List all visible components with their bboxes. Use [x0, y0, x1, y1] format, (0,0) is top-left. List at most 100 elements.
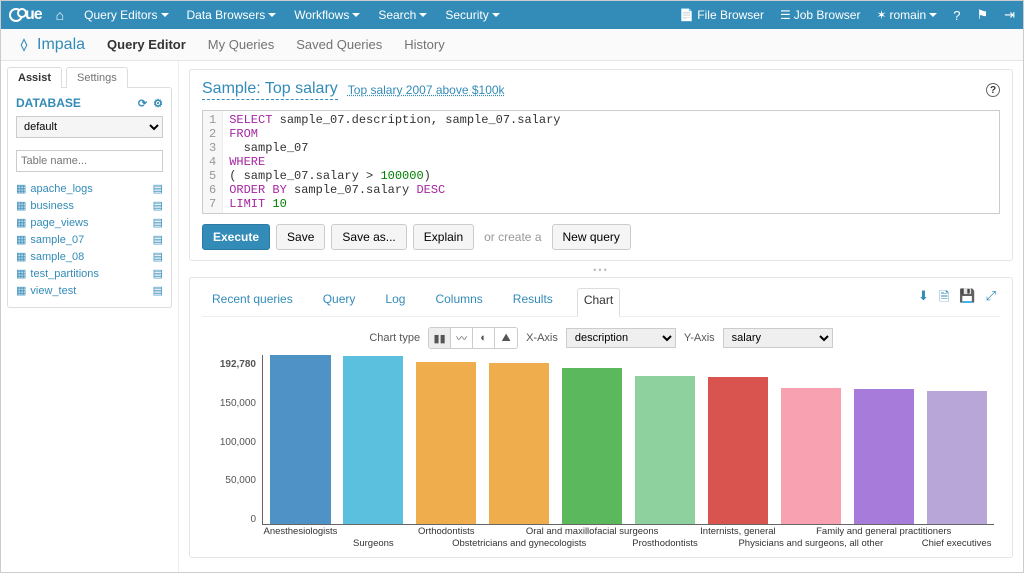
bar-3[interactable]: Obstetricians and gynecologists [486, 355, 553, 524]
save-as-button[interactable]: Save as... [331, 224, 406, 250]
bar-4[interactable]: Oral and maxillofacial surgeons [559, 355, 626, 524]
assist-body: DATABASE ⟳ ⚙ default ▦apache_logs▤▦busin… [7, 87, 172, 308]
top-nav-right: 📄 File Browser ☰ Job Browser ✶ romain ? … [679, 7, 1015, 23]
bar-label: Obstetricians and gynecologists [452, 536, 586, 549]
bar-8[interactable]: Family and general practitioners [850, 355, 917, 524]
editor-area: Sample: Top salary Top salary 2007 above… [179, 61, 1023, 572]
database-header: DATABASE ⟳ ⚙ [16, 96, 163, 110]
bar-1[interactable]: Surgeons [340, 355, 407, 524]
table-columns-icon[interactable]: ▤ [153, 216, 163, 229]
table-test_partitions[interactable]: ▦test_partitions▤ [16, 265, 163, 282]
database-select[interactable]: default [16, 116, 163, 138]
save-button[interactable]: Save [276, 224, 325, 250]
chart-type-line[interactable]: 〰 [451, 328, 473, 348]
result-tools: ⬇ 🗎 💾 ⤢ [918, 288, 996, 310]
table-columns-icon[interactable]: ▤ [153, 250, 163, 263]
result-tab-recent-queries[interactable]: Recent queries [206, 288, 299, 310]
chart-type-bar[interactable]: ▮▮ [429, 328, 451, 348]
database-label: DATABASE [16, 96, 81, 110]
result-tabs: Recent queries Query Log Columns Results Char… [202, 288, 1000, 317]
xaxis-select[interactable]: description [566, 328, 676, 348]
refresh-icon[interactable]: ⟳ [138, 97, 147, 110]
download-xls-icon[interactable]: 🗎 [939, 288, 949, 310]
bar-9[interactable]: Chief executives [923, 355, 990, 524]
table-list: ▦apache_logs▤▦business▤▦page_views▤▦samp… [16, 180, 163, 299]
top-nav-menus: Query Editors Data Browsers Workflows Se… [84, 8, 500, 22]
sql-editor[interactable]: 1234567 SELECT sample_07.description, sa… [202, 110, 1000, 214]
result-tab-query[interactable]: Query [317, 288, 362, 310]
query-title[interactable]: Sample: Top salary [202, 80, 338, 100]
nav-security[interactable]: Security [445, 8, 499, 22]
assist-tab-assist[interactable]: Assist [7, 67, 62, 88]
nav-workflows[interactable]: Workflows [294, 8, 360, 22]
table-icon: ▦ [16, 199, 26, 212]
table-filter-input[interactable] [16, 150, 163, 172]
nav-data-browsers[interactable]: Data Browsers [187, 8, 277, 22]
job-browser-link[interactable]: ☰ Job Browser [780, 8, 860, 22]
chart-type-pie[interactable]: ◐ [473, 328, 495, 348]
table-view_test[interactable]: ▦view_test▤ [16, 282, 163, 299]
bar-6[interactable]: Internists, general [704, 355, 771, 524]
table-columns-icon[interactable]: ▤ [153, 182, 163, 195]
flag-icon[interactable]: ⚑ [976, 7, 988, 23]
file-browser-link[interactable]: 📄 File Browser [679, 8, 764, 22]
nav-query-editors[interactable]: Query Editors [84, 8, 168, 22]
result-tab-results[interactable]: Results [507, 288, 559, 310]
bar-0[interactable]: Anesthesiologists [267, 355, 334, 524]
assist-tabs: AssistSettings [7, 67, 172, 88]
new-query-button[interactable]: New query [552, 224, 631, 250]
table-sample_08[interactable]: ▦sample_08▤ [16, 248, 163, 265]
bar-rect [270, 355, 330, 524]
tab-my-queries[interactable]: My Queries [208, 37, 274, 52]
chart-type-map[interactable]: ⛰ [495, 328, 517, 348]
download-csv-icon[interactable]: ⬇ [918, 288, 929, 310]
user-menu[interactable]: ✶ romain [876, 8, 937, 22]
table-icon: ▦ [16, 267, 26, 280]
bar-rect [343, 356, 403, 524]
table-columns-icon[interactable]: ▤ [153, 199, 163, 212]
drag-handle[interactable]: ••• [189, 265, 1013, 275]
result-tab-log[interactable]: Log [379, 288, 411, 310]
table-columns-icon[interactable]: ▤ [153, 267, 163, 280]
table-sample_07[interactable]: ▦sample_07▤ [16, 231, 163, 248]
table-columns-icon[interactable]: ▤ [153, 284, 163, 297]
execute-button[interactable]: Execute [202, 224, 270, 250]
assist-tab-settings[interactable]: Settings [66, 67, 128, 88]
main-area: AssistSettings DATABASE ⟳ ⚙ default ▦apa… [1, 61, 1023, 572]
result-tab-columns[interactable]: Columns [429, 288, 488, 310]
editor-code[interactable]: SELECT sample_07.description, sample_07.… [223, 111, 999, 213]
table-icon: ▦ [16, 284, 26, 297]
editor-gutter: 1234567 [203, 111, 223, 213]
table-page_views[interactable]: ▦page_views▤ [16, 214, 163, 231]
tab-history[interactable]: History [404, 37, 444, 52]
table-columns-icon[interactable]: ▤ [153, 233, 163, 246]
save-results-icon[interactable]: 💾 [959, 288, 975, 310]
query-header: Sample: Top salary Top salary 2007 above… [202, 80, 1000, 100]
tab-saved-queries[interactable]: Saved Queries [296, 37, 382, 52]
bar-rect [781, 388, 841, 524]
query-subtitle[interactable]: Top salary 2007 above $100k [348, 83, 505, 97]
yaxis-select[interactable]: salary [723, 328, 833, 348]
tab-query-editor[interactable]: Query Editor [107, 37, 186, 52]
or-text: or create a [484, 230, 541, 244]
explain-button[interactable]: Explain [413, 224, 474, 250]
bar-2[interactable]: Orthodontists [413, 355, 480, 524]
bar-label: Anesthesiologists [263, 524, 337, 537]
gear-icon[interactable]: ⚙ [153, 97, 163, 110]
table-apache_logs[interactable]: ▦apache_logs▤ [16, 180, 163, 197]
help-icon[interactable]: ? [953, 8, 960, 23]
top-nav: ue ⌂ Query Editors Data Browsers Workflo… [1, 1, 1023, 29]
table-business[interactable]: ▦business▤ [16, 197, 163, 214]
nav-search[interactable]: Search [378, 8, 427, 22]
y-tick: 100,000 [220, 437, 256, 448]
y-tick: 50,000 [225, 475, 256, 486]
logout-icon[interactable]: ⇥ [1004, 7, 1015, 23]
result-tab-chart[interactable]: Chart [577, 288, 620, 317]
expand-icon[interactable]: ⤢ [986, 288, 996, 310]
home-icon[interactable]: ⌂ [56, 7, 64, 23]
table-icon: ▦ [16, 182, 26, 195]
bar-7[interactable]: Physicians and surgeons, all other [777, 355, 844, 524]
bar-5[interactable]: Prosthodontists [632, 355, 699, 524]
table-icon: ▦ [16, 250, 26, 263]
query-help-icon[interactable]: ? [986, 83, 1000, 97]
